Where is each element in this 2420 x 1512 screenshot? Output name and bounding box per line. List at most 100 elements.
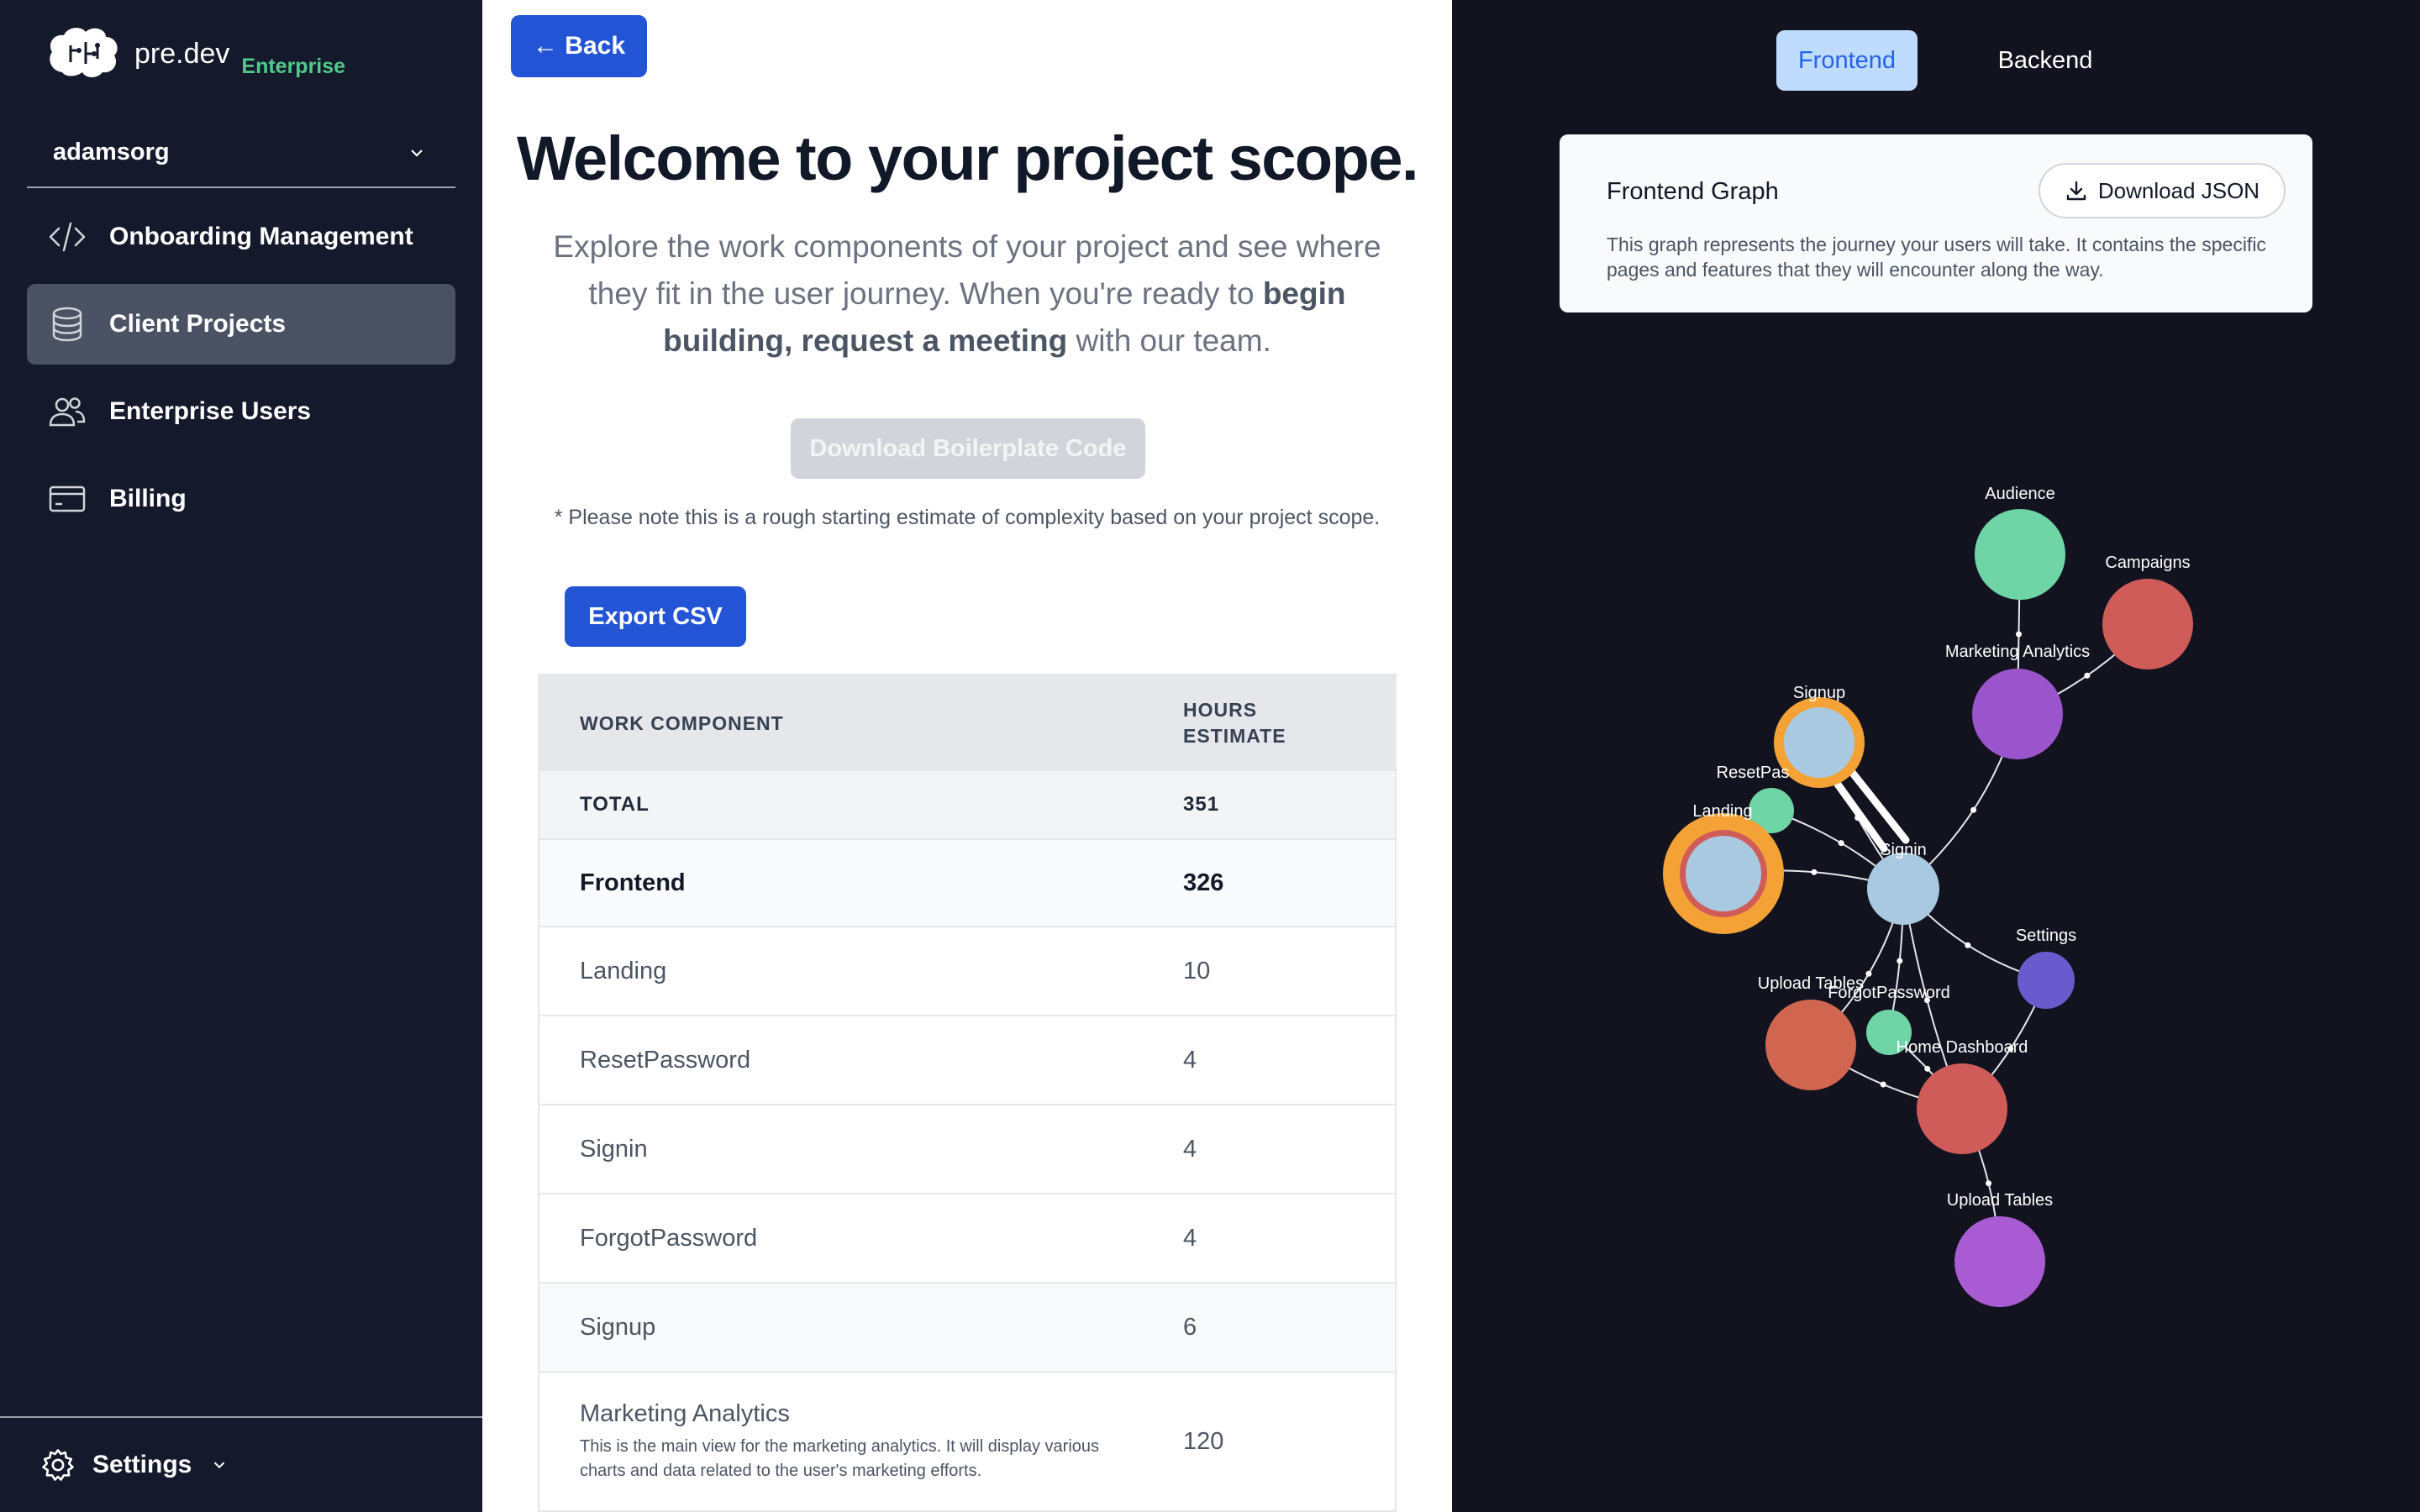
graph-edge-dot xyxy=(2016,631,2022,638)
subtitle-text: , xyxy=(783,323,802,358)
sidebar-item-label: Onboarding Management xyxy=(109,223,413,250)
download-boilerplate-button[interactable]: Download Boilerplate Code xyxy=(791,418,1145,479)
table-row[interactable]: Marketing Analytics This is the main vie… xyxy=(539,1371,1395,1510)
sidebar-item-onboarding[interactable]: Onboarding Management xyxy=(27,197,455,277)
node-circle xyxy=(1975,509,2065,600)
sidebar-item-label: Enterprise Users xyxy=(109,397,312,425)
column-header-hours: HOURS ESTIMATE xyxy=(1183,697,1286,749)
export-csv-button[interactable]: Export CSV xyxy=(565,586,746,647)
settings-menu[interactable]: Settings xyxy=(0,1416,482,1512)
node-circle xyxy=(1917,1063,2007,1154)
plan-badge: Enterprise xyxy=(241,55,346,78)
component-description: This is the main view for the marketing … xyxy=(580,1436,1100,1480)
component-name: ForgotPassword xyxy=(580,1224,758,1252)
node-label: Home Dashboard xyxy=(1897,1038,2028,1057)
component-hours: 4 xyxy=(1183,1224,1197,1252)
node-circle xyxy=(1972,669,2063,759)
column-header-hours-line1: HOURS xyxy=(1183,699,1258,721)
brand-logo[interactable]: pre.dev Enterprise xyxy=(45,25,345,81)
sidebar-item-label: Client Projects xyxy=(109,310,287,338)
table-row[interactable]: Signup 6 xyxy=(539,1282,1395,1371)
table-header: WORK COMPONENT HOURS ESTIMATE xyxy=(539,675,1395,771)
sidebar-item-enterprise-users[interactable]: Enterprise Users xyxy=(27,371,455,452)
sidebar-item-label: Billing xyxy=(109,485,187,512)
node-label: ResetPas xyxy=(1717,764,1790,782)
column-header-hours-line2: ESTIMATE xyxy=(1183,725,1286,747)
sidebar-item-billing[interactable]: Billing xyxy=(27,459,455,539)
graph-panel: Frontend Backend Frontend Graph Download… xyxy=(1452,0,2420,1512)
org-name: adamsorg xyxy=(53,138,170,165)
graph-nodes: Audience Campaigns Marketing Analytics Sign… xyxy=(1663,485,2193,1307)
journey-graph[interactable]: Audience Campaigns Marketing Analytics Sign… xyxy=(1452,0,2420,1512)
graph-node-audience[interactable]: Audience xyxy=(1975,485,2065,600)
graph-edge-dot xyxy=(1965,942,1971,948)
node-circle xyxy=(1765,1000,1856,1090)
settings-label: Settings xyxy=(92,1451,192,1478)
node-label: Signin xyxy=(1880,841,1927,859)
component-hours: 6 xyxy=(1183,1313,1197,1341)
graph-edge xyxy=(1847,767,1910,844)
database-icon xyxy=(52,307,82,342)
group-label: Frontend xyxy=(580,869,686,896)
column-header-work-component: WORK COMPONENT xyxy=(580,711,784,734)
node-circle xyxy=(1954,1216,2045,1307)
table-row[interactable]: ForgotPassword 4 xyxy=(539,1193,1395,1282)
main-panel: ← Back Welcome to your project scope. Ex… xyxy=(482,0,1452,1512)
graph-node-settings[interactable]: Settings xyxy=(2016,927,2076,1009)
node-circle xyxy=(1784,707,1854,778)
node-label: Upload Tables xyxy=(1947,1191,2053,1210)
node-label: Campaigns xyxy=(2105,554,2190,572)
gear-icon xyxy=(42,1449,74,1481)
table-row-group[interactable]: Frontend 326 xyxy=(539,838,1395,926)
component-cell: Marketing Analytics This is the main vie… xyxy=(539,1400,1183,1483)
request-meeting-link[interactable]: request a meeting xyxy=(802,323,1068,358)
page-title: Welcome to your project scope. xyxy=(516,123,1419,193)
back-button[interactable]: ← Back xyxy=(511,15,647,77)
node-circle xyxy=(2018,952,2075,1009)
credit-card-icon xyxy=(49,486,86,512)
graph-edge xyxy=(1830,775,1888,853)
component-name: Signup xyxy=(580,1313,656,1341)
subtitle-text: Explore the work components of your proj… xyxy=(553,229,1381,311)
component-hours: 4 xyxy=(1183,1135,1197,1163)
code-icon xyxy=(49,222,86,252)
sidebar-item-client-projects[interactable]: Client Projects xyxy=(27,284,455,365)
node-label: Audience xyxy=(1985,485,2054,503)
node-label: ForgotPassword xyxy=(1828,984,1950,1002)
graph-edge-dot xyxy=(1970,806,1977,813)
node-circle xyxy=(2102,579,2193,669)
component-hours: 120 xyxy=(1183,1427,1224,1455)
work-components-table: WORK COMPONENT HOURS ESTIMATE TOTAL 351 … xyxy=(538,674,1397,1512)
component-name: Marketing Analytics xyxy=(580,1399,790,1427)
component-name: Signin xyxy=(580,1135,648,1163)
table-row[interactable]: Landing 10 xyxy=(539,926,1395,1015)
brain-logo-icon xyxy=(50,28,118,77)
group-value: 326 xyxy=(1183,869,1224,896)
component-hours: 10 xyxy=(1183,957,1211,984)
sidebar: pre.dev Enterprise adamsorg Onboarding M… xyxy=(0,0,482,1512)
table-row[interactable]: Signin 4 xyxy=(539,1104,1395,1193)
node-label: Signup xyxy=(1793,684,1845,702)
org-selector[interactable]: adamsorg xyxy=(27,118,455,188)
graph-edge-dot xyxy=(1924,1065,1931,1072)
graph-node-signin[interactable]: Signin xyxy=(1867,841,1939,925)
graph-node-marketing[interactable]: Marketing Analytics xyxy=(1945,643,2090,759)
users-icon xyxy=(49,397,86,427)
chevron-down-icon xyxy=(214,1462,225,1469)
subtitle-text: with our team. xyxy=(1067,323,1271,358)
graph-node-upload2[interactable]: Upload Tables xyxy=(1947,1191,2053,1307)
node-label: Marketing Analytics xyxy=(1945,643,2090,661)
graph-edge-dot xyxy=(2084,672,2091,679)
graph-edge-dot xyxy=(1986,1180,1992,1187)
table-row[interactable]: ResetPassword 4 xyxy=(539,1015,1395,1104)
component-hours: 4 xyxy=(1183,1046,1197,1074)
node-label: Landing xyxy=(1692,802,1752,821)
chevron-down-icon xyxy=(411,150,423,157)
graph-edge-dot xyxy=(1838,840,1844,847)
graph-node-campaigns[interactable]: Campaigns xyxy=(2102,554,2193,669)
estimate-note: * Please note this is a rough starting e… xyxy=(554,506,1381,529)
total-value: 351 xyxy=(1183,793,1220,816)
node-circle xyxy=(1867,853,1939,925)
table-row-total: TOTAL 351 xyxy=(539,771,1395,838)
page-subtitle: Explore the work components of your proj… xyxy=(524,223,1410,365)
